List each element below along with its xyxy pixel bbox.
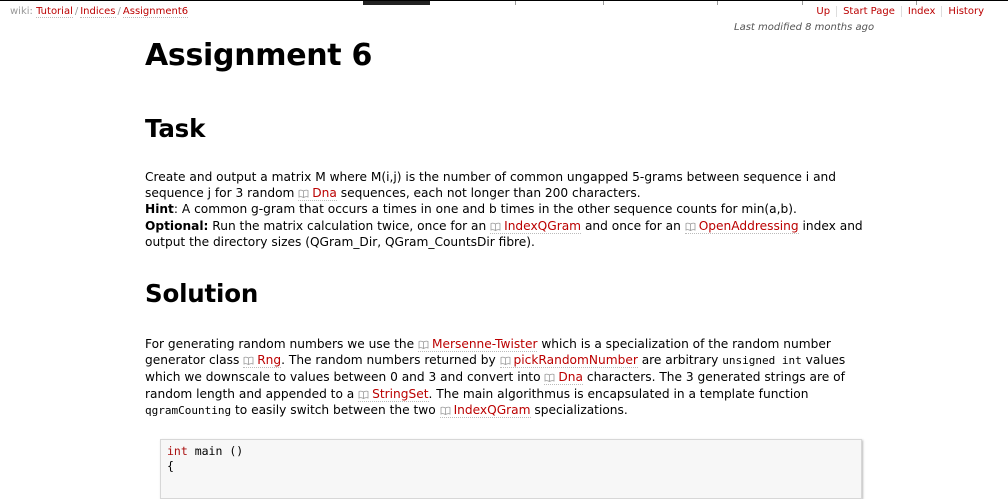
menu-tab[interactable] [717,1,803,5]
pickrandomnumber-link[interactable]: pickRandomNumber [499,353,638,369]
breadcrumb-prefix: wiki: [10,6,33,17]
breadcrumb-tutorial[interactable]: Tutorial [36,6,73,18]
book-icon [298,189,309,199]
rng-link[interactable]: Rng [243,353,282,369]
indexqgram-link[interactable]: IndexQGram [490,218,582,234]
book-icon [440,406,450,415]
breadcrumb: wiki: Tutorial / Indices / Assignment6 [10,6,189,18]
solution-paragraph: For generating random numbers we use the… [145,337,846,418]
wiki-content: Assignment 6 Task Create and output a ma… [145,30,880,499]
openaddressing-link[interactable]: OpenAddressing [684,218,799,234]
menu-tab[interactable] [515,1,604,5]
book-icon [490,222,501,231]
book-icon [418,340,429,349]
solution-heading: Solution [145,279,259,309]
dna-link-2[interactable]: Dna [544,370,583,386]
menu-tab-active[interactable] [363,1,430,5]
task-heading: Task [145,114,206,143]
menu-tab[interactable] [430,1,516,5]
book-icon [545,374,555,383]
menu-tab[interactable] [802,1,917,5]
breadcrumb-indices[interactable]: Indices [80,6,116,18]
code-block: int main () { [160,439,862,499]
book-icon [358,390,369,399]
start-page-link[interactable]: Start Page [836,6,901,17]
breadcrumb-assignment6[interactable]: Assignment6 [122,6,189,18]
indexqgram-link-2[interactable]: IndexQGram [439,402,531,418]
mersenne-twister-link[interactable]: Mersenne-Twister [417,337,538,353]
book-icon [243,356,254,366]
index-link[interactable]: Index [900,6,942,17]
top-menu-bar [0,0,1008,5]
meta-nav: Up Start Page Index History [810,6,990,17]
page-title: Assignment 6 [145,38,373,73]
menu-tab[interactable] [603,1,718,5]
inline-code: unsigned int [722,354,802,368]
task-paragraph: Create and output a matrix M where M(i,j… [145,170,863,249]
inline-code: qgramCounting [145,403,232,417]
code-line: { [167,459,174,474]
stringset-link[interactable]: StringSet [358,386,429,402]
code-line: int main () [167,444,244,459]
up-link[interactable]: Up [810,6,836,17]
history-link[interactable]: History [941,6,990,17]
optional-label: Optional: [145,218,209,233]
hint-label: Hint [145,202,174,217]
dna-link[interactable]: Dna [298,186,337,202]
book-icon [500,356,510,366]
book-icon [685,222,696,231]
menu-tab[interactable] [0,1,364,5]
